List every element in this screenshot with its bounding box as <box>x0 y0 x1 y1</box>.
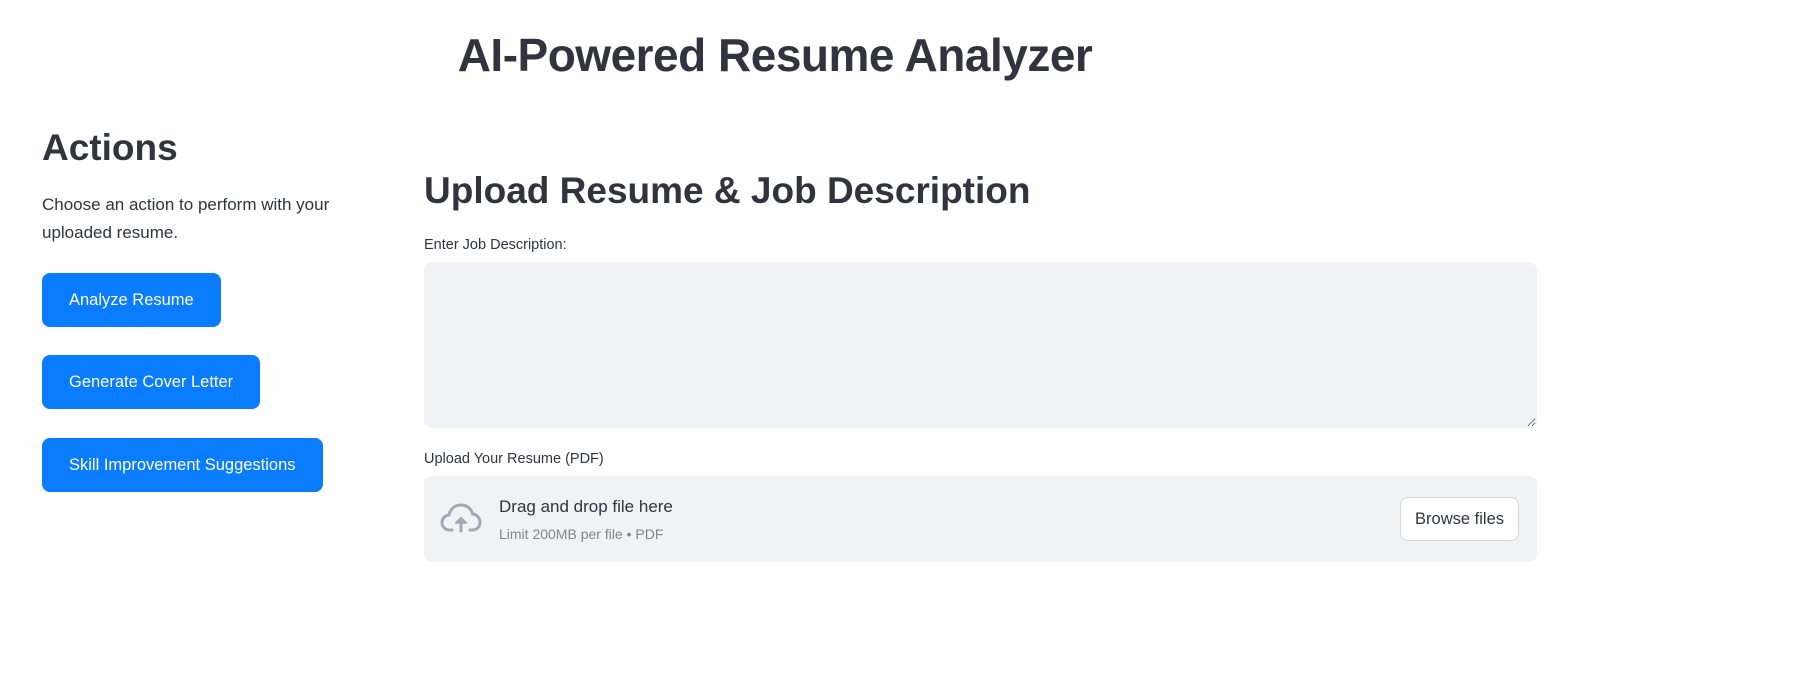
actions-panel: Actions Choose an action to perform with… <box>42 125 412 492</box>
analyze-resume-button[interactable]: Analyze Resume <box>42 273 221 327</box>
dropzone-title: Drag and drop file here <box>499 497 673 516</box>
skill-improvement-suggestions-button[interactable]: Skill Improvement Suggestions <box>42 438 323 492</box>
main-panel: Upload Resume & Job Description Enter Jo… <box>424 168 1537 562</box>
app-title: AI-Powered Resume Analyzer <box>457 29 1093 81</box>
browse-files-button[interactable]: Browse files <box>1400 497 1519 541</box>
actions-heading: Actions <box>42 127 178 168</box>
job-description-label: Enter Job Description: <box>424 237 567 253</box>
dropzone-limit-text: Limit 200MB per file • PDF <box>499 526 664 542</box>
generate-cover-letter-button[interactable]: Generate Cover Letter <box>42 355 261 409</box>
job-description-textarea[interactable] <box>424 262 1537 428</box>
resume-upload-label: Upload Your Resume (PDF) <box>424 451 604 467</box>
main-heading: Upload Resume & Job Description <box>424 170 1031 211</box>
actions-description: Choose an action to perform with your up… <box>42 195 330 242</box>
cloud-upload-icon <box>440 500 482 536</box>
page: AI-Powered Resume Analyzer Actions Choos… <box>0 0 1797 687</box>
resume-dropzone[interactable]: Drag and drop file here Limit 200MB per … <box>424 476 1537 562</box>
